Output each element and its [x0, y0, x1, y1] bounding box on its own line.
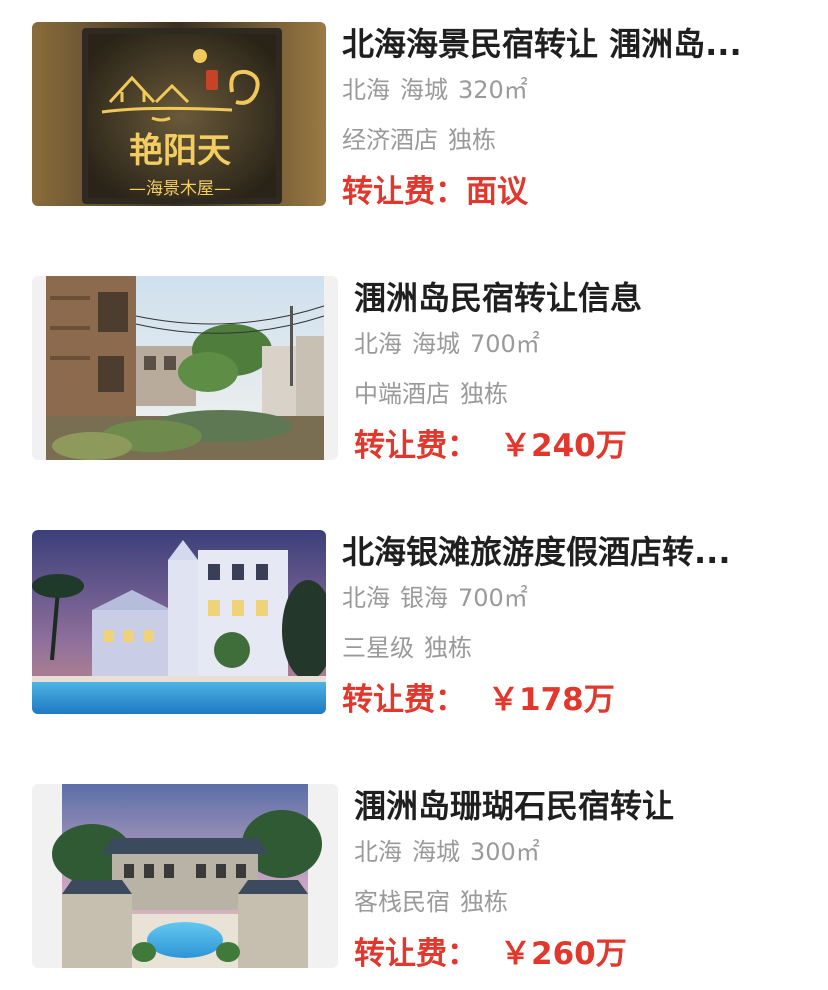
listing-tags: 中端酒店 独栋 — [354, 378, 508, 410]
listing-building: 独栋 — [460, 380, 508, 408]
listing-category: 客栈民宿 — [354, 888, 450, 916]
listing-area: 700㎡ — [470, 330, 540, 358]
listing-tags: 三星级 独栋 — [342, 632, 472, 664]
listing-area: 300㎡ — [470, 838, 540, 866]
listing-location: 北海 海城 320㎡ — [342, 74, 528, 106]
price-label: 转让费： — [354, 936, 478, 972]
price-label: 转让费： — [342, 174, 466, 210]
listing-category: 中端酒店 — [354, 380, 450, 408]
price-value: ￥178万 — [488, 682, 615, 718]
listing-location: 北海 银海 700㎡ — [342, 582, 528, 614]
listing-price: 转让费： ￥260万 — [354, 934, 627, 974]
listing-tags: 客栈民宿 独栋 — [354, 886, 508, 918]
listing-price: 转让费：面议 — [342, 172, 528, 212]
listing-card[interactable]: 涠洲岛珊瑚石民宿转让 北海 海城 300㎡ 客栈民宿 独栋 转让费： ￥260万 — [0, 772, 828, 972]
listing-area: 700㎡ — [458, 584, 528, 612]
listing-building: 独栋 — [460, 888, 508, 916]
listing-title[interactable]: 北海银滩旅游度假酒店转... — [342, 532, 788, 572]
listing-title[interactable]: 涠洲岛民宿转让信息 — [354, 278, 788, 318]
listing-location: 北海 海城 300㎡ — [354, 836, 540, 868]
listing-category: 三星级 — [342, 634, 414, 662]
listing-district: 海城 — [412, 330, 460, 358]
price-value: ￥260万 — [500, 936, 627, 972]
listing-list: 艳阳天 —海景木屋— 北海海景民宿转让 涠洲岛... 北海 海城 320㎡ 经济酒店… — [0, 0, 828, 990]
listing-card[interactable]: 艳阳天 —海景木屋— 北海海景民宿转让 涠洲岛... 北海 海城 320㎡ 经济酒店… — [0, 10, 828, 210]
listing-district: 海城 — [400, 76, 448, 104]
listing-location: 北海 海城 700㎡ — [354, 328, 540, 360]
listing-card[interactable]: 北海银滩旅游度假酒店转... 北海 银海 700㎡ 三星级 独栋 转让费： ￥178万 — [0, 518, 828, 718]
listing-price: 转让费： ￥178万 — [342, 680, 615, 720]
listing-category: 经济酒店 — [342, 126, 438, 154]
listing-district: 海城 — [412, 838, 460, 866]
listing-thumbnail[interactable]: 艳阳天 —海景木屋— — [32, 22, 326, 206]
listing-thumbnail[interactable] — [32, 530, 326, 714]
listing-thumbnail[interactable] — [32, 784, 338, 968]
listing-city: 北海 — [342, 76, 390, 104]
listing-price: 转让费： ￥240万 — [354, 426, 627, 466]
listing-city: 北海 — [354, 330, 402, 358]
price-label: 转让费： — [342, 682, 466, 718]
price-value: 面议 — [466, 174, 528, 210]
listing-building: 独栋 — [448, 126, 496, 154]
listing-title[interactable]: 北海海景民宿转让 涠洲岛... — [342, 24, 788, 64]
listing-tags: 经济酒店 独栋 — [342, 124, 496, 156]
sign-name: 艳阳天 — [129, 131, 231, 171]
price-value: ￥240万 — [500, 428, 627, 464]
listing-district: 银海 — [400, 584, 448, 612]
listing-city: 北海 — [342, 584, 390, 612]
listing-thumbnail[interactable] — [32, 276, 338, 460]
price-label: 转让费： — [354, 428, 478, 464]
listing-title[interactable]: 涠洲岛珊瑚石民宿转让 — [354, 786, 788, 826]
listing-city: 北海 — [354, 838, 402, 866]
listing-building: 独栋 — [424, 634, 472, 662]
listing-area: 320㎡ — [458, 76, 528, 104]
listing-card[interactable]: 涠洲岛民宿转让信息 北海 海城 700㎡ 中端酒店 独栋 转让费： ￥240万 — [0, 264, 828, 464]
sign-subtitle: —海景木屋— — [129, 179, 231, 199]
